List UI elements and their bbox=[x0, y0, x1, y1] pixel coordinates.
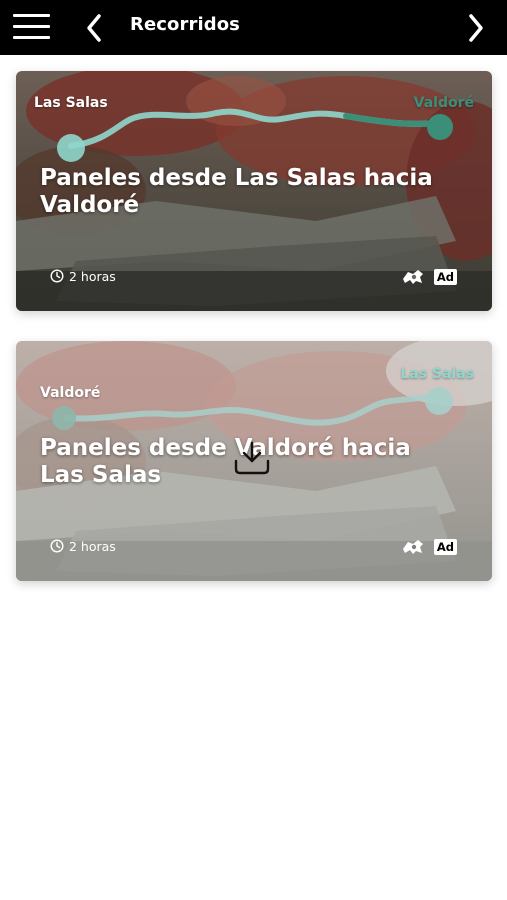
download-icon[interactable] bbox=[232, 437, 272, 477]
top-bar: Recorridos bbox=[0, 0, 507, 55]
duration-text: 2 horas bbox=[69, 268, 116, 284]
route-start-label: Las Salas bbox=[34, 95, 108, 111]
route-start-label: Valdoré bbox=[40, 385, 101, 401]
chevron-left-icon[interactable] bbox=[84, 13, 104, 43]
accessibility-icon bbox=[402, 270, 423, 284]
audio-description-badge: Ad bbox=[433, 269, 457, 285]
route-card[interactable]: Las Salas Valdoré Paneles desde Las Sala… bbox=[16, 71, 492, 311]
route-end-label: Las Salas bbox=[400, 366, 474, 382]
clock-icon bbox=[50, 539, 64, 553]
route-card[interactable]: Valdoré Las Salas Paneles desde Valdoré … bbox=[16, 341, 492, 581]
route-end-label: Valdoré bbox=[413, 95, 474, 111]
clock-icon bbox=[50, 269, 64, 283]
route-title: Paneles desde Las Salas hacia Valdoré bbox=[40, 165, 433, 218]
hamburger-menu-icon[interactable] bbox=[13, 14, 50, 40]
duration-text: 2 horas bbox=[69, 538, 116, 554]
audio-description-badge: Ad bbox=[433, 539, 457, 555]
accessibility-icon bbox=[402, 540, 423, 554]
route-badges: Ad bbox=[401, 538, 457, 556]
route-badges: Ad bbox=[401, 268, 457, 286]
route-duration: 2 horas bbox=[50, 538, 116, 554]
route-duration: 2 horas bbox=[50, 268, 116, 284]
chevron-right-icon[interactable] bbox=[466, 13, 486, 43]
page-title: Recorridos bbox=[130, 14, 240, 35]
